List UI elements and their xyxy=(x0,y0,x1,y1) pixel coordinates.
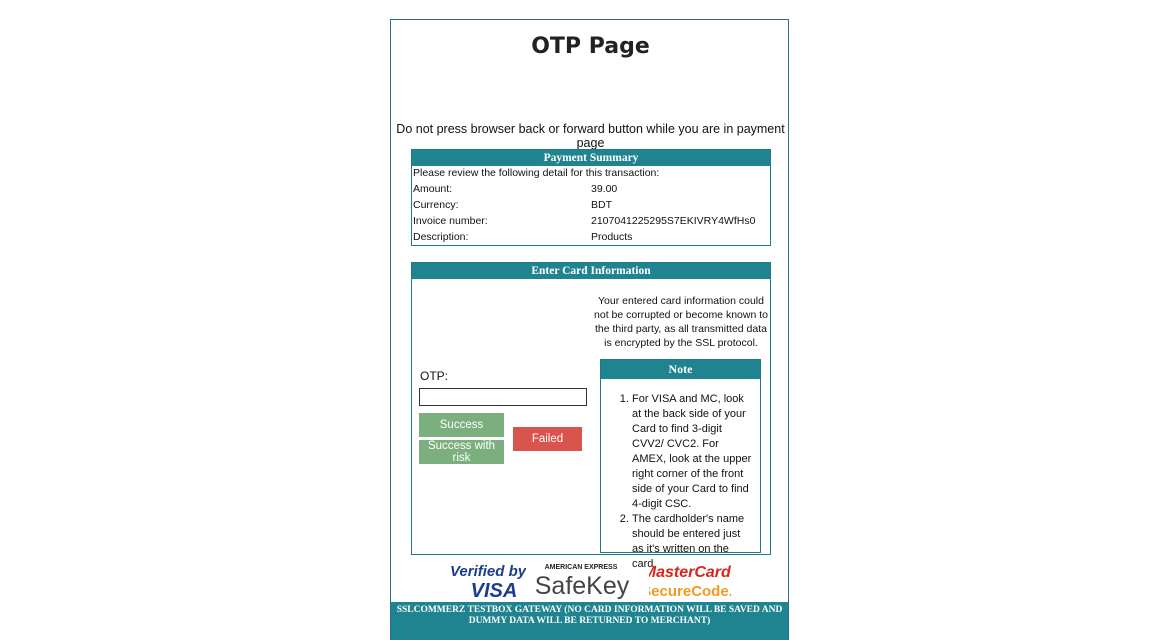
otp-input[interactable] xyxy=(419,388,587,406)
summary-value: BDT xyxy=(591,199,612,211)
success-with-risk-button[interactable]: Success with risk xyxy=(419,440,504,464)
summary-label: Invoice number: xyxy=(413,215,488,227)
summary-row-amount: Amount: 39.00 xyxy=(412,181,770,197)
summary-row-currency: Currency: BDT xyxy=(412,197,770,213)
amex-logo-line2: SafeKey xyxy=(536,572,630,600)
amex-safekey-logo: AMERICAN EXPRESS SafeKey xyxy=(536,564,630,600)
ssl-security-text: Your entered card information could not … xyxy=(594,295,768,349)
summary-row-invoice: Invoice number: 2107041225295S7EKIVRY4Wf… xyxy=(412,213,770,229)
mc-logo-line1: MasterCard. xyxy=(649,564,731,581)
note-list: For VISA and MC, look at the back side o… xyxy=(601,392,752,572)
visa-logo-line1: Verified by xyxy=(450,563,526,580)
summary-label: Description: xyxy=(413,231,469,243)
summary-value: 2107041225295S7EKIVRY4WfHs0 xyxy=(591,215,756,227)
summary-label: Currency: xyxy=(413,199,459,211)
summary-label: Amount: xyxy=(413,183,453,195)
failed-button[interactable]: Failed xyxy=(513,427,582,451)
summary-value: 39.00 xyxy=(591,183,618,195)
verified-by-visa-logo: Verified by VISA xyxy=(450,563,526,600)
summary-row-description: Description: Products xyxy=(412,229,770,245)
testbox-footer: SSLCOMMERZ TESTBOX GATEWAY (NO CARD INFO… xyxy=(391,602,788,640)
navigation-warning: Do not press browser back or forward but… xyxy=(396,122,785,150)
amex-logo-line1: AMERICAN EXPRESS xyxy=(545,564,618,571)
visa-logo-line2: VISA xyxy=(471,580,518,600)
mastercard-securecode-logo: MasterCard. SecureCode. xyxy=(649,564,731,600)
card-brand-logos: Verified by VISA AMERICAN EXPRESS SafeKe… xyxy=(391,558,788,602)
page-title: OTP Page xyxy=(531,34,650,59)
otp-page-frame: OTP Page Do not press browser back or fo… xyxy=(390,19,789,640)
card-information-panel: Enter Card Information Your entered card… xyxy=(411,262,771,570)
card-information-header: Enter Card Information xyxy=(412,263,770,279)
note-panel: Note For VISA and MC, look at the back s… xyxy=(600,359,761,570)
success-button[interactable]: Success xyxy=(419,413,504,437)
summary-value: Products xyxy=(591,231,633,243)
note-header: Note xyxy=(601,360,760,379)
note-item: For VISA and MC, look at the back side o… xyxy=(632,392,752,512)
otp-label: OTP: xyxy=(420,369,449,383)
mc-logo-line2: SecureCode. xyxy=(649,583,731,600)
payment-summary-panel: Payment Summary Please review the follow… xyxy=(411,149,771,246)
payment-summary-header: Payment Summary xyxy=(412,150,770,166)
payment-summary-intro: Please review the following detail for t… xyxy=(413,167,660,179)
